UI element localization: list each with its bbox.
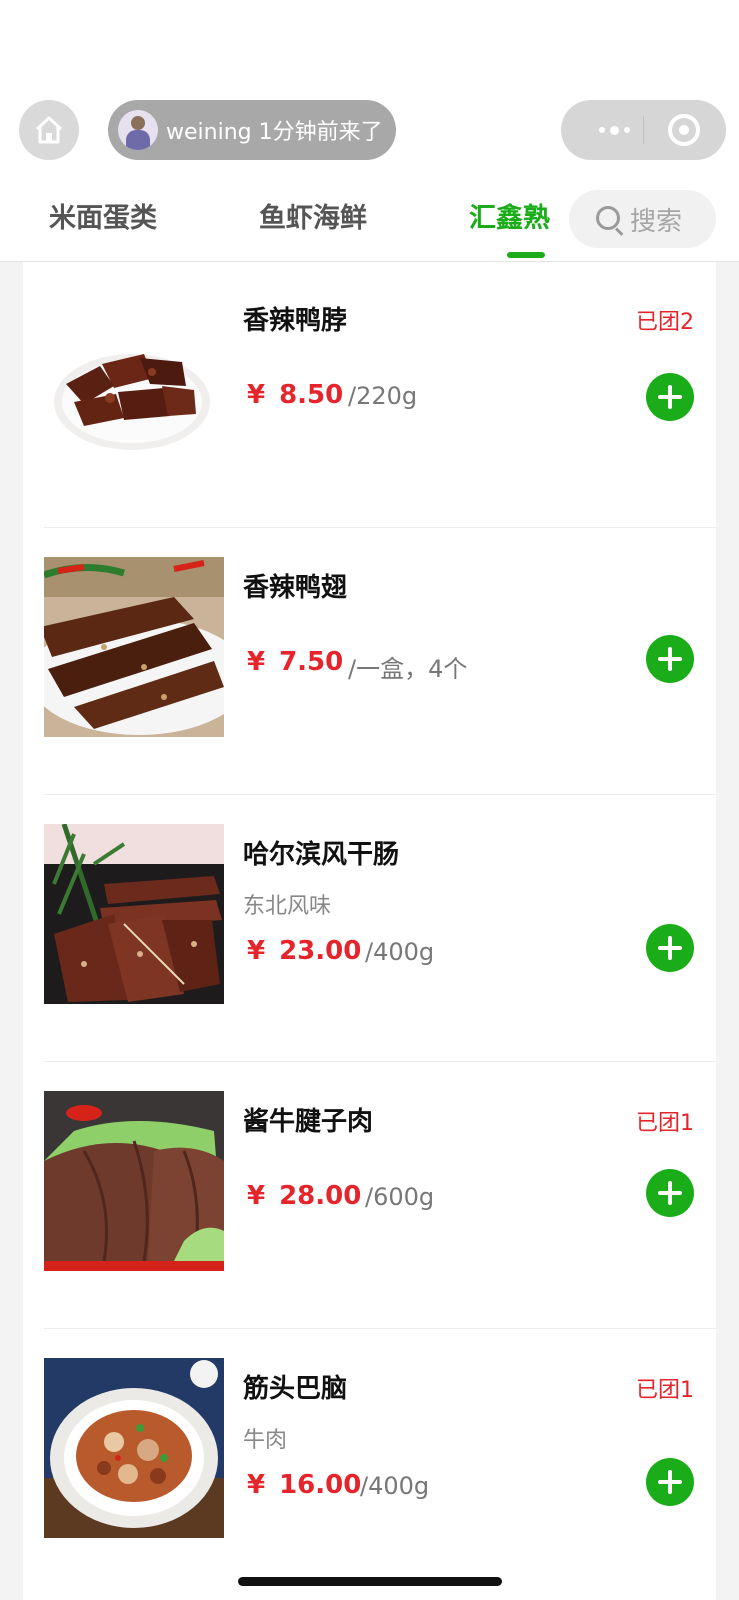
tab-huixin-cooked[interactable]: 汇鑫熟 [469,196,550,235]
visitor-text: weining 1分钟前来了 [166,120,383,145]
tab-fish-shrimp-seafood[interactable]: 鱼虾海鲜 [259,196,367,235]
search-placeholder: 搜索 [630,206,683,237]
price-value: 8.50 [279,380,344,410]
mini-program-capsule [561,100,726,160]
product-name: 哈尔滨风干肠 [243,840,400,870]
product-image-beef-tendon [44,1358,224,1538]
product-price: ¥7.50 [247,647,343,677]
add-to-cart-button[interactable] [646,1169,694,1217]
list-item[interactable]: 筋头巴脑 已团1 牛肉 ¥16.00 /400g [23,1330,716,1596]
add-to-cart-button[interactable] [646,924,694,972]
product-name: 香辣鸭翅 [243,573,348,603]
add-to-cart-button[interactable] [646,373,694,421]
product-price: ¥23.00 [247,936,361,966]
product-unit: /220g [348,382,418,410]
search-button[interactable]: 搜索 [569,190,716,248]
product-name: 酱牛腱子肉 [243,1107,374,1137]
close-icon[interactable] [668,114,700,146]
price-value: 23.00 [279,936,362,966]
item-divider [44,794,716,795]
price-value: 16.00 [279,1470,362,1500]
product-price: ¥28.00 [247,1181,361,1211]
list-item[interactable]: 哈尔滨风干肠 东北风味 ¥23.00 /400g [23,796,716,1062]
product-name: 香辣鸭脖 [243,306,348,336]
list-item[interactable]: 酱牛腱子肉 已团1 ¥28.00 /600g [23,1063,716,1329]
active-tab-indicator [507,252,545,258]
price-value: 7.50 [279,647,344,677]
product-unit: /600g [365,1183,435,1211]
search-icon [596,206,622,232]
list-item[interactable]: 香辣鸭脖 已团2 ¥8.50 /220g [23,262,716,528]
product-unit: /一盒，4个 [348,655,468,683]
product-unit: /400g [360,1472,430,1500]
tab-rice-noodle-egg[interactable]: 米面蛋类 [49,196,157,235]
group-buy-badge: 已团1 [636,1378,694,1403]
currency-symbol: ¥ [247,936,266,966]
item-divider [44,527,716,528]
product-subtitle: 东北风味 [243,894,332,919]
add-to-cart-button[interactable] [646,1458,694,1506]
home-icon [35,116,63,144]
item-divider [44,1061,716,1062]
home-button[interactable] [19,100,79,160]
product-image-braised-beef-shank [44,1091,224,1271]
product-subtitle: 牛肉 [243,1428,288,1453]
product-price: ¥8.50 [247,380,343,410]
product-list: 香辣鸭脖 已团2 ¥8.50 /220g 香辣鸭翅 ¥ 7.50 /一盒，4个 … [23,262,716,1600]
product-image-dried-sausage [44,824,224,1004]
group-buy-badge: 已团1 [636,1111,694,1136]
product-price: ¥16.00 [247,1470,361,1500]
currency-symbol: ¥ [247,380,266,410]
list-item[interactable]: 香辣鸭翅 ¥7.50 /一盒，4个 [23,529,716,795]
currency-symbol: ¥ [247,647,266,677]
currency-symbol: ¥ [247,1181,266,1211]
product-image-duck-wing [44,557,224,737]
add-to-cart-button[interactable] [646,635,694,683]
visitor-notice: weining 1分钟前来了 [108,100,396,160]
currency-symbol: ¥ [247,1470,266,1500]
price-value: 28.00 [279,1181,362,1211]
item-divider [44,1328,716,1329]
product-name: 筋头巴脑 [243,1374,348,1404]
avatar [118,110,158,150]
group-buy-badge: 已团2 [636,310,694,335]
capsule-divider [643,116,644,144]
home-indicator [238,1577,502,1586]
product-image-duck-neck [44,306,224,486]
product-unit: /400g [365,938,435,966]
more-icon[interactable] [585,119,643,141]
